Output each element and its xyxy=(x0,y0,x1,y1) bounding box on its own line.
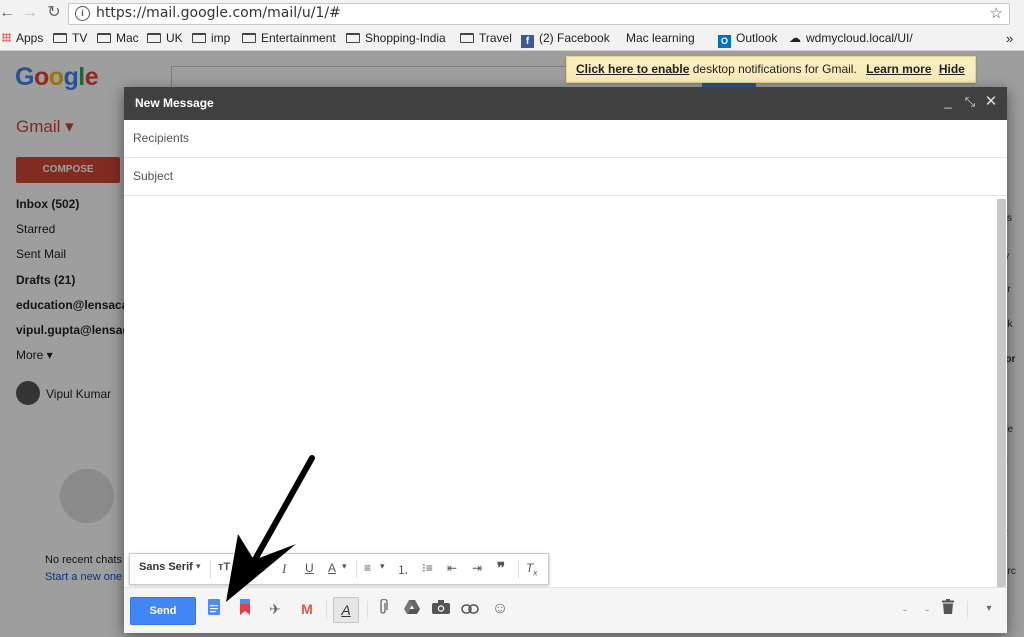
font-select[interactable]: Sans Serif xyxy=(139,561,193,573)
learn-more-link[interactable]: Learn more xyxy=(866,62,931,76)
folder-icon xyxy=(192,33,206,43)
photo-icon[interactable] xyxy=(431,599,451,619)
align-icon[interactable]: ≡ xyxy=(364,561,371,575)
apps-grid-icon xyxy=(2,33,11,42)
bookmark-mac[interactable]: Mac xyxy=(97,31,139,45)
send-button[interactable]: Send xyxy=(130,597,196,625)
folder-icon xyxy=(97,33,111,43)
folder-icon xyxy=(346,33,360,43)
close-icon[interactable]: ✕ xyxy=(983,94,999,110)
drive-icon[interactable] xyxy=(402,599,422,619)
notification-banner: Click here to enable desktop notificatio… xyxy=(566,56,976,83)
compose-title: New Message xyxy=(135,96,214,110)
bookmark-tv[interactable]: TV xyxy=(53,31,87,45)
outlook-icon: O xyxy=(718,35,731,48)
bookmarks-bar: Apps TV Mac UK imp Entertainment Shoppin… xyxy=(0,28,1024,51)
docs-icon[interactable] xyxy=(204,599,224,619)
enable-notifications-link[interactable]: Click here to enable xyxy=(576,62,689,76)
recipients-field xyxy=(124,120,1007,158)
attach-icon[interactable] xyxy=(373,598,393,619)
indent-less-icon[interactable]: ⇤ xyxy=(447,561,457,575)
bookmark-uk[interactable]: UK xyxy=(147,31,183,45)
separator xyxy=(356,560,357,578)
quote-icon[interactable]: ❞ xyxy=(497,559,505,577)
minimize-icon[interactable]: _ xyxy=(940,94,956,110)
subject-field xyxy=(124,158,1007,196)
indent-more-icon[interactable]: ⇥ xyxy=(472,561,482,575)
bookmark-outlook[interactable]: O Outlook xyxy=(718,31,777,48)
separator xyxy=(210,560,211,578)
annotation-arrow-icon xyxy=(226,455,315,602)
numbered-list-icon[interactable]: ⒈ xyxy=(397,561,409,578)
exit-fullscreen-icon[interactable]: ⤡ xyxy=(962,94,978,110)
forward-icon[interactable]: → xyxy=(21,4,39,22)
remove-formatting-icon[interactable]: Tx xyxy=(526,561,537,577)
bulleted-list-icon[interactable]: ⁝≡ xyxy=(422,561,433,575)
cloud-icon: ☁ xyxy=(789,31,801,45)
bookmark-entertainment[interactable]: Entertainment xyxy=(242,31,336,45)
folder-icon xyxy=(147,33,161,43)
bookmark-apps[interactable]: Apps xyxy=(2,31,43,45)
separator xyxy=(518,560,519,578)
url-text: https://mail.google.com/mail/u/1/# xyxy=(96,5,341,21)
folder-icon xyxy=(53,33,67,43)
recipients-input[interactable] xyxy=(133,128,993,148)
info-icon[interactable]: i xyxy=(75,6,90,21)
folder-icon xyxy=(242,33,256,43)
dropdown-arrow-icon[interactable]: ▾ xyxy=(196,561,201,572)
bookmark-mac-learning[interactable]: Mac learning xyxy=(620,31,695,45)
back-icon[interactable]: ← xyxy=(0,4,16,22)
text-color-icon[interactable]: A xyxy=(328,561,336,575)
more-options-dash: - xyxy=(924,601,930,617)
folder-icon xyxy=(460,33,474,43)
formatting-options-icon[interactable]: A xyxy=(333,597,359,623)
body-scrollbar[interactable] xyxy=(997,199,1006,587)
link-icon[interactable] xyxy=(460,599,480,619)
compose-header[interactable]: New Message _ ⤡ ✕ xyxy=(124,87,1007,120)
bookmarks-overflow[interactable]: » xyxy=(1006,31,1013,46)
formatting-toolbar: Sans Serif ▾ тT B I U A ▾ ≡ ▾ ⒈ ⁝≡ ⇤ ⇥ ❞… xyxy=(129,553,549,585)
bookmark-facebook[interactable]: f (2) Facebook xyxy=(521,31,610,48)
emoji-icon[interactable]: ☺ xyxy=(490,599,510,619)
dropdown-arrow-icon[interactable]: ▾ xyxy=(380,561,385,572)
notification-text: desktop notifications for Gmail. xyxy=(692,62,857,76)
subject-input[interactable] xyxy=(133,166,993,186)
trash-icon[interactable] xyxy=(938,599,958,619)
bookmark-wdmycloud[interactable]: ☁ wdmycloud.local/UI/ xyxy=(789,31,913,45)
dropdown-arrow-icon[interactable]: ▾ xyxy=(342,561,347,572)
reload-icon[interactable]: ↻ xyxy=(45,4,63,22)
hide-link[interactable]: Hide xyxy=(939,62,965,76)
more-options-icon[interactable]: ▾ xyxy=(979,599,999,619)
separator xyxy=(326,601,327,619)
facebook-icon: f xyxy=(521,35,534,48)
bookmark-travel[interactable]: Travel xyxy=(460,31,512,45)
address-bar[interactable]: i https://mail.google.com/mail/u/1/# ☆ xyxy=(68,3,1010,25)
bookmark-star-icon[interactable]: ☆ xyxy=(990,4,1003,22)
browser-toolbar: ← → ↻ i https://mail.google.com/mail/u/1… xyxy=(0,0,1024,28)
separator xyxy=(367,601,368,619)
more-options-dash: - xyxy=(902,601,908,617)
separator xyxy=(967,601,968,619)
bookmark-shopping-india[interactable]: Shopping-India xyxy=(346,31,446,45)
bookmark-imp[interactable]: imp xyxy=(192,31,230,45)
